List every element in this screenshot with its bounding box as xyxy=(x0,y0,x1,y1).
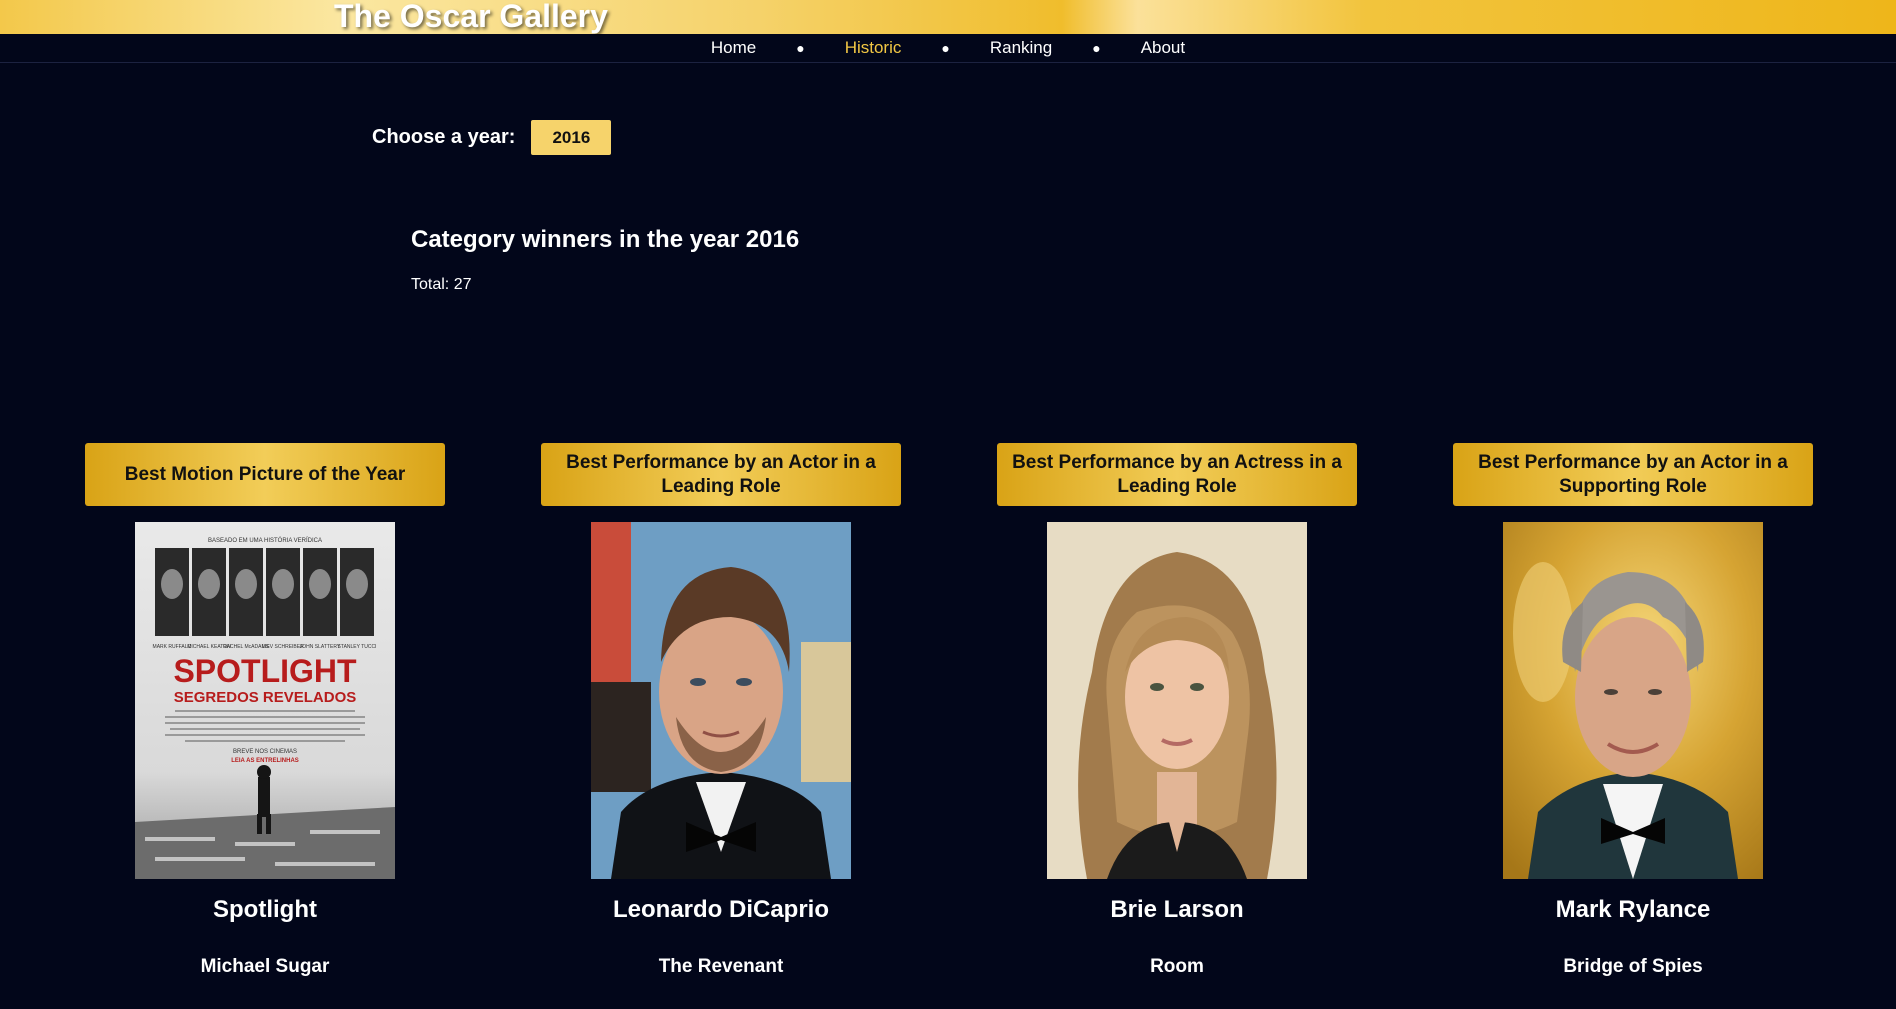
winner-name[interactable]: Mark Rylance xyxy=(1453,896,1813,924)
nav-about[interactable]: About xyxy=(1141,38,1185,58)
category-header[interactable]: Best Performance by an Actor in a Leadin… xyxy=(541,443,901,506)
winner-card: Best Performance by an Actress in a Lead… xyxy=(997,443,1357,978)
nav-separator: ● xyxy=(1092,40,1101,56)
poster-top-text: BASEADO EM UMA HISTÓRIA VERÍDICA xyxy=(208,537,322,544)
year-label: Choose a year: xyxy=(372,126,516,148)
site-header: The Oscar Gallery xyxy=(0,0,1896,34)
results-total: Total: 27 xyxy=(411,276,472,293)
poster-cast-name: MARK RUFFALO xyxy=(153,644,192,650)
poster-cast-name: LIEV SCHREIBER xyxy=(262,644,304,650)
winner-name[interactable]: Leonardo DiCaprio xyxy=(541,896,901,924)
poster-image: BASEADO EM UMA HISTÓRIA VERÍDICA MARK RU… xyxy=(135,522,395,879)
winner-card: Best Performance by an Actor in a Leadin… xyxy=(541,443,901,978)
year-select[interactable]: 2016 xyxy=(531,120,612,155)
poster-cast-name: STANLEY TUCCI xyxy=(338,644,377,650)
winner-photo[interactable] xyxy=(1503,522,1763,879)
nav-historic[interactable]: Historic xyxy=(845,38,902,58)
winner-name[interactable]: Brie Larson xyxy=(997,896,1357,924)
actress-portrait xyxy=(1047,522,1307,879)
site-title[interactable]: The Oscar Gallery xyxy=(334,0,608,35)
main-nav: Home ● Historic ● Ranking ● About xyxy=(0,34,1896,63)
year-filter: Choose a year: 2016 xyxy=(372,120,612,155)
actor-portrait xyxy=(1503,522,1763,879)
winner-card: Best Motion Picture of the Year BASEADO … xyxy=(85,443,445,978)
category-header[interactable]: Best Motion Picture of the Year xyxy=(85,443,445,506)
category-header[interactable]: Best Performance by an Actress in a Lead… xyxy=(997,443,1357,506)
actor-portrait xyxy=(591,522,851,879)
winner-subtitle: The Revenant xyxy=(658,956,784,977)
winner-name[interactable]: Spotlight xyxy=(85,896,445,924)
poster-tagline: LEIA AS ENTRELINHAS xyxy=(231,758,299,764)
poster-release: BREVE NOS CINEMAS xyxy=(233,749,297,755)
winner-subtitle: Bridge of Spies xyxy=(1563,956,1703,977)
winner-subtitle: Room xyxy=(1150,956,1204,977)
nav-ranking[interactable]: Ranking xyxy=(990,38,1052,58)
movie-poster[interactable]: BASEADO EM UMA HISTÓRIA VERÍDICA MARK RU… xyxy=(135,522,395,879)
category-header[interactable]: Best Performance by an Actor in a Suppor… xyxy=(1453,443,1813,506)
nav-separator: ● xyxy=(941,40,950,56)
nav-home[interactable]: Home xyxy=(711,38,756,58)
poster-title: SPOTLIGHT xyxy=(173,653,357,689)
winner-photo[interactable] xyxy=(1047,522,1307,879)
nav-separator: ● xyxy=(796,40,805,56)
results-title: Category winners in the year 2016 xyxy=(411,226,800,253)
poster-cast-name: JOHN SLATTERY xyxy=(300,644,341,650)
winner-card: Best Performance by an Actor in a Suppor… xyxy=(1453,443,1813,978)
winner-subtitle: Michael Sugar xyxy=(200,956,330,977)
poster-subtitle: SEGREDOS REVELADOS xyxy=(174,689,357,706)
winner-photo[interactable] xyxy=(591,522,851,879)
